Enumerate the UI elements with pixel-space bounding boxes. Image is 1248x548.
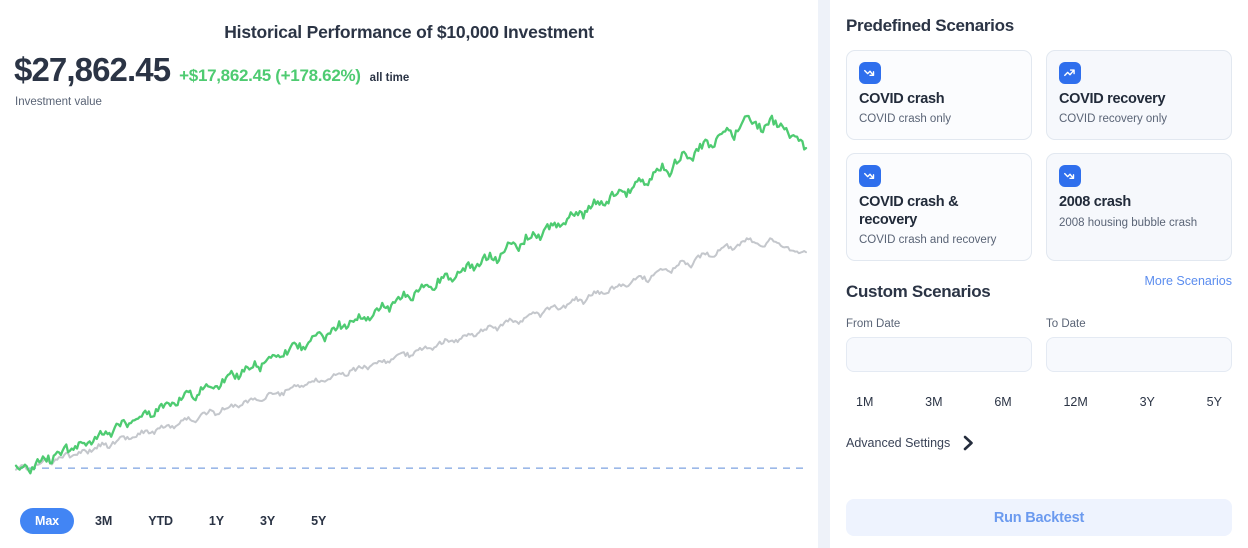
more-scenarios-link[interactable]: More Scenarios xyxy=(1144,274,1232,288)
scenario-name: COVID recovery xyxy=(1059,91,1166,107)
range-button-3y[interactable]: 3Y xyxy=(245,508,290,534)
scenarios-panel: Predefined Scenarios COVID crash COVID cr… xyxy=(830,0,1248,548)
chart-svg xyxy=(14,114,808,475)
scenario-card[interactable]: COVID crash COVID crash only xyxy=(846,50,1032,141)
predefined-scenarios-heading: Predefined Scenarios xyxy=(846,16,1014,35)
from-date-label: From Date xyxy=(846,318,901,331)
trend-down-icon xyxy=(1059,165,1081,188)
trend-down-icon xyxy=(859,62,881,84)
scenario-name: COVID crash xyxy=(859,91,945,107)
to-date-input[interactable] xyxy=(1046,337,1232,373)
predefined-scenarios-grid: COVID crash COVID crash only COVID recover… xyxy=(846,50,1232,262)
range-button-max[interactable]: Max xyxy=(20,508,75,534)
duration-button-6m[interactable]: 6M xyxy=(988,392,1017,412)
scenario-description: 2008 housing bubble crash xyxy=(1059,216,1198,229)
scenario-description: COVID crash only xyxy=(859,113,952,126)
duration-presets: 1M 3M 6M 12M 3Y 5Y xyxy=(846,392,1232,412)
advanced-settings-row[interactable]: Advanced Settings xyxy=(846,435,1232,451)
scenario-description: COVID recovery only xyxy=(1059,113,1168,126)
range-button-5y[interactable]: 5Y xyxy=(296,508,341,534)
duration-button-12m[interactable]: 12M xyxy=(1057,392,1093,412)
date-range-fields: From Date To Date xyxy=(846,318,1232,373)
backtest-app: Historical Performance of $10,000 Invest… xyxy=(0,0,1248,548)
chevron-right-icon xyxy=(963,435,974,451)
time-range-selector: Max 3M YTD 1Y 3Y 5Y xyxy=(20,508,341,534)
range-button-1y[interactable]: 1Y xyxy=(194,508,239,534)
range-button-ytd[interactable]: YTD xyxy=(133,508,188,534)
to-date-label: To Date xyxy=(1046,318,1086,331)
benchmark-line xyxy=(15,237,807,472)
range-button-3m[interactable]: 3M xyxy=(80,508,127,534)
from-date-input[interactable] xyxy=(846,337,1032,373)
value-summary: $27,862.45 +$17,862.45 (+178.62%) all ti… xyxy=(0,43,818,89)
panel-divider xyxy=(818,0,830,548)
scenario-name: 2008 crash xyxy=(1059,194,1131,211)
scenario-name: COVID crash & recovery xyxy=(859,194,959,228)
performance-chart xyxy=(0,110,818,488)
portfolio-gain: +$17,862.45 (+178.62%) xyxy=(179,66,361,85)
gain-period-label: all time xyxy=(369,72,410,84)
trend-up-icon xyxy=(1059,62,1081,84)
scenario-card[interactable]: COVID crash & recovery COVID crash and re… xyxy=(846,153,1032,262)
run-backtest-button[interactable]: Run Backtest xyxy=(846,499,1232,536)
advanced-settings-label: Advanced Settings xyxy=(846,436,951,451)
duration-button-5y[interactable]: 5Y xyxy=(1201,392,1228,412)
investment-value-label: Investment value xyxy=(15,96,102,108)
duration-button-3m[interactable]: 3M xyxy=(919,392,948,412)
scenario-card[interactable]: COVID recovery COVID recovery only xyxy=(1046,50,1232,141)
scenario-card[interactable]: 2008 crash 2008 housing bubble crash xyxy=(1046,153,1232,262)
duration-button-3y[interactable]: 3Y xyxy=(1134,392,1161,412)
portfolio-line xyxy=(14,114,808,475)
trend-down-icon xyxy=(859,165,881,188)
scenario-description: COVID crash and recovery xyxy=(859,233,997,246)
to-date-group: To Date xyxy=(1046,318,1232,373)
duration-button-1m[interactable]: 1M xyxy=(850,392,879,412)
chart-panel: Historical Performance of $10,000 Invest… xyxy=(0,0,818,548)
chart-title: Historical Performance of $10,000 Invest… xyxy=(224,22,594,42)
from-date-group: From Date xyxy=(846,318,1032,373)
portfolio-value: $27,862.45 xyxy=(14,51,171,88)
